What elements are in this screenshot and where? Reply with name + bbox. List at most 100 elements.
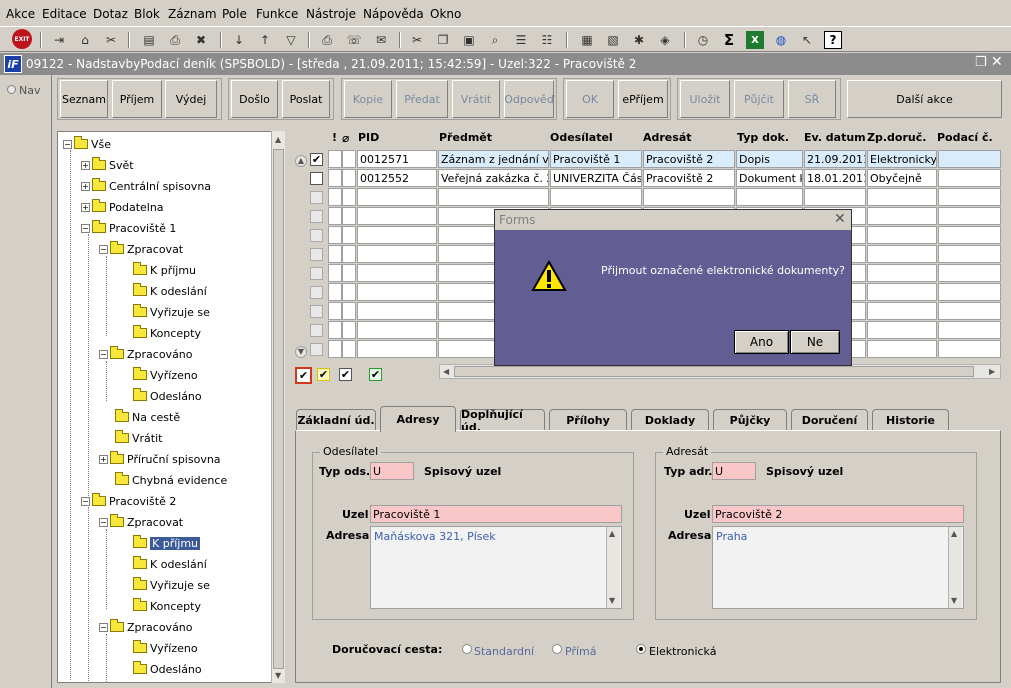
cell-ev-datum[interactable]: 21.09.2011 <box>804 150 866 168</box>
col-header-predmet[interactable]: Předmět <box>439 131 492 144</box>
tree-node-vyrizuje-se[interactable]: Vyřizuje se <box>133 303 210 321</box>
collapse-icon[interactable]: − <box>63 139 72 149</box>
globe-icon[interactable]: ◍ <box>772 31 790 49</box>
cell-zp-doruc[interactable] <box>867 321 937 339</box>
cell-predmet[interactable]: Záznam z jednání ved <box>438 150 549 168</box>
help-icon[interactable]: ? <box>824 31 842 49</box>
vydej-button[interactable]: Výdej <box>165 80 217 118</box>
grid-h-scrollbar[interactable]: ◀ ▶ <box>439 364 1001 379</box>
cell-pid[interactable] <box>357 207 437 225</box>
cell-podaci[interactable] <box>938 245 1001 263</box>
cell-zp-doruc[interactable] <box>867 264 937 282</box>
scroll-right-icon[interactable]: ▶ <box>989 367 995 376</box>
row-checkbox[interactable] <box>310 210 323 223</box>
tab-doplnujici-ud[interactable]: Doplňující úd. <box>460 408 545 434</box>
poslat-button[interactable]: Poslat <box>282 80 330 118</box>
recipient-adresa-field[interactable]: Praha <box>712 526 964 609</box>
scroll-down-icon[interactable]: ▼ <box>609 596 615 605</box>
menu-pole[interactable]: Pole <box>222 7 247 21</box>
list-icon[interactable]: ☰ <box>512 31 530 49</box>
tab-historie[interactable]: Historie <box>872 409 949 431</box>
tree-scrollbar[interactable]: ▲ ▼ <box>271 131 285 683</box>
prijem-button[interactable]: Příjem <box>112 80 162 118</box>
eye-icon[interactable]: ◈ <box>656 31 674 49</box>
sort-desc-icon[interactable]: ↑ <box>256 31 274 49</box>
legend-check-white[interactable]: ✔ <box>339 368 352 381</box>
col-header-ev-datum[interactable]: Ev. datum <box>804 131 866 144</box>
col-header-adresat[interactable]: Adresát <box>643 131 692 144</box>
cell-podaci[interactable] <box>938 321 1001 339</box>
tree-icon[interactable]: ☷ <box>538 31 556 49</box>
cell-ev-datum[interactable]: 18.01.2011 <box>804 169 866 187</box>
grid-scroll-down-icon[interactable]: ▼ <box>295 346 307 358</box>
note-icon[interactable]: ▧ <box>604 31 622 49</box>
row-checkbox[interactable] <box>310 267 323 280</box>
menu-dotaz[interactable]: Dotaz <box>93 7 128 21</box>
cell-zp-doruc[interactable] <box>867 207 937 225</box>
cell-odesilatel[interactable]: Pracoviště 1 <box>550 150 642 168</box>
cell-adresat[interactable]: Pracoviště 2 <box>643 150 735 168</box>
sr-button[interactable]: SŘ <box>788 80 836 118</box>
cell-podaci[interactable] <box>938 150 1001 168</box>
row-checkbox[interactable] <box>310 229 323 242</box>
clipboard-icon[interactable]: ▦ <box>578 31 596 49</box>
sender-type-field[interactable]: U <box>370 462 414 480</box>
row-checkbox[interactable] <box>310 305 323 318</box>
tree-node-k-odeslani[interactable]: K odeslání <box>133 282 207 300</box>
grid-h-scroll-thumb[interactable] <box>454 366 974 377</box>
cell-zp-doruc[interactable] <box>867 245 937 263</box>
printer-icon[interactable]: ⎙ <box>318 31 336 49</box>
cell-adresat[interactable] <box>643 188 735 206</box>
cell-podaci[interactable] <box>938 283 1001 301</box>
cell-odesilatel[interactable] <box>550 188 642 206</box>
row-checkbox[interactable] <box>310 343 323 356</box>
clock-icon[interactable]: ◷ <box>694 31 712 49</box>
dialog-close-icon[interactable]: ✕ <box>834 211 846 227</box>
recipient-type-field[interactable]: U <box>712 462 756 480</box>
scroll-down-icon[interactable]: ▼ <box>951 596 957 605</box>
search-icon[interactable]: ⌕ <box>486 31 504 49</box>
tree-node-odeslano-2[interactable]: Odesláno <box>133 660 202 678</box>
tab-zakladni-ud[interactable]: Základní úd. <box>296 409 376 431</box>
collapse-icon[interactable]: − <box>99 244 108 254</box>
row-checkbox[interactable] <box>310 248 323 261</box>
exit-icon[interactable]: EXIT <box>12 29 32 49</box>
tree-node-koncepty[interactable]: Koncepty <box>133 324 201 342</box>
nav-radio-icon[interactable] <box>7 85 16 94</box>
gear-icon[interactable]: ✱ <box>630 31 648 49</box>
tab-doruceni[interactable]: Doručení <box>791 409 868 431</box>
doslo-button[interactable]: Došlo <box>231 80 278 118</box>
cell-pid[interactable] <box>357 283 437 301</box>
tree-node-k-prijmu[interactable]: K příjmu <box>133 261 196 279</box>
scroll-left-icon[interactable]: ◀ <box>443 367 449 376</box>
cell-zp-doruc[interactable]: Elektronicky <box>867 150 937 168</box>
cell-pid[interactable]: 0012552 <box>357 169 437 187</box>
cell-zp-doruc[interactable] <box>867 188 937 206</box>
menu-blok[interactable]: Blok <box>134 7 160 21</box>
cell-pid[interactable] <box>357 321 437 339</box>
cell-pid[interactable] <box>357 245 437 263</box>
cell-zp-doruc[interactable] <box>867 302 937 320</box>
tab-doklady[interactable]: Doklady <box>631 409 709 431</box>
menu-zaznam[interactable]: Záznam <box>168 7 217 21</box>
tab-adresy[interactable]: Adresy <box>380 406 456 432</box>
collapse-icon[interactable]: − <box>81 496 90 506</box>
cell-pid[interactable] <box>357 264 437 282</box>
tree-node-zpracovano-2[interactable]: − Zpracováno <box>99 618 193 636</box>
sort-asc-icon[interactable]: ↓ <box>230 31 248 49</box>
tree-node-zpracovat-2[interactable]: − Zpracovat <box>99 513 183 531</box>
cell-pid[interactable] <box>357 302 437 320</box>
sender-adresa-scrollbar[interactable]: ▲ ▼ <box>606 527 620 608</box>
tree-node-vyrizeno-2[interactable]: Vyřízeno <box>133 639 198 657</box>
tree-node-pracoviste-2[interactable]: − Pracoviště 2 <box>81 492 176 510</box>
menu-editace[interactable]: Editace <box>42 7 87 21</box>
scroll-down-icon[interactable]: ▼ <box>275 671 281 680</box>
tree-node-svet[interactable]: + Svět <box>81 156 134 174</box>
tree-node-podatelna[interactable]: + Podatelna <box>81 198 164 216</box>
tree-node-k-prijmu-2[interactable]: K příjmu <box>133 534 201 552</box>
cell-pid[interactable] <box>357 226 437 244</box>
cell-pid[interactable] <box>357 188 437 206</box>
expand-icon[interactable]: + <box>81 202 90 212</box>
excel-icon[interactable]: X <box>746 31 764 49</box>
cell-zp-doruc[interactable] <box>867 283 937 301</box>
